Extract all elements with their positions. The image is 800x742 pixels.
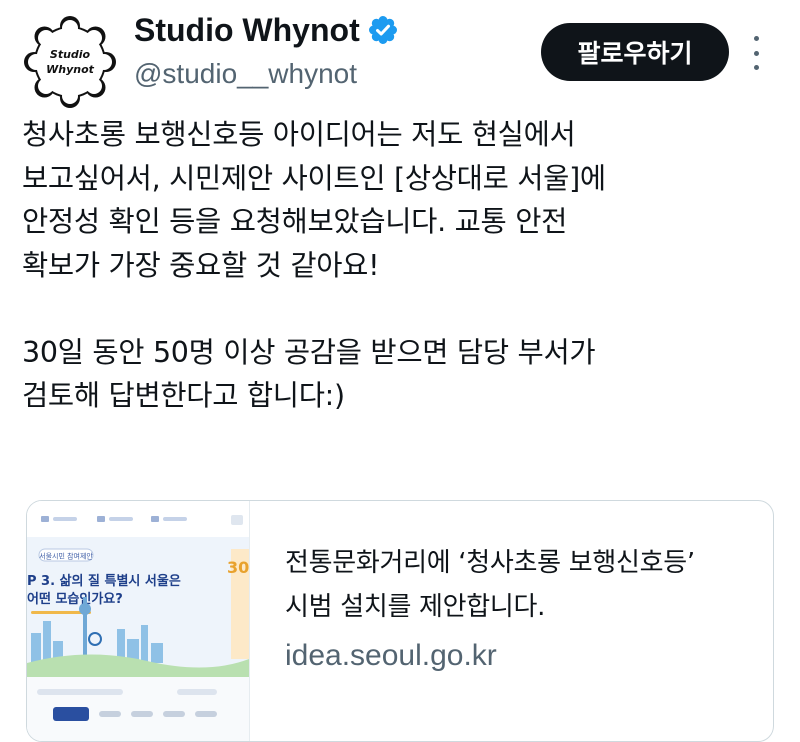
avatar[interactable]: Studio Whynot [22, 14, 118, 110]
display-name[interactable]: Studio Whynot [134, 12, 360, 49]
thumbnail-image: 서울시민 참여제안 P 3. 삶의 질 특별시 서울은 어떤 모습인가요? 30 [27, 501, 249, 741]
link-thumbnail: 서울시민 참여제안 P 3. 삶의 질 특별시 서울은 어떤 모습인가요? 30 [27, 501, 250, 741]
author-name-row: Studio Whynot [134, 8, 398, 52]
tweet-line [22, 287, 782, 331]
author-handle[interactable]: @studio__whynot [134, 58, 357, 90]
avatar-text-line1: Studio [49, 48, 91, 61]
avatar-text-line2: Whynot [46, 63, 94, 76]
link-preview-card[interactable]: 서울시민 참여제안 P 3. 삶의 질 특별시 서울은 어떤 모습인가요? 30 [26, 500, 774, 742]
more-dot [753, 36, 759, 41]
link-card-domain[interactable]: idea.seoul.go.kr [285, 639, 497, 673]
link-card-title[interactable]: 전통문화거리에 ‘청사초롱 보행신호등’ 시범 설치를 제안합니다. [285, 541, 765, 629]
thumbnail-headline-line1: P 3. 삶의 질 특별시 서울은 [27, 573, 181, 589]
tweet-line: 30일 동안 50명 이상 공감을 받으면 담당 부서가 [22, 335, 596, 369]
tweet-line: 확보가 가장 중요할 것 같아요! [22, 248, 380, 282]
tweet-line: 보고싶어서, 시민제안 사이트인 [상상대로 서울]에 [22, 161, 606, 195]
more-options-icon[interactable] [746, 36, 766, 70]
tweet-line: 검토해 답변한다고 합니다:) [22, 379, 345, 412]
tweet-line: 청사초롱 보행신호등 아이디어는 저도 현실에서 [22, 118, 576, 151]
thumbnail-headline-line2: 어떤 모습인가요? [27, 591, 123, 607]
more-dot [753, 50, 759, 56]
thumbnail-badge: 서울시민 참여제안 [39, 552, 93, 561]
verified-badge-icon [368, 16, 397, 44]
thumbnail-big-number: 30 [227, 558, 249, 577]
link-card-title-line1: 전통문화거리에 ‘청사초롱 보행신호등’ [285, 548, 695, 578]
avatar-logo-text: Studio Whynot [46, 47, 94, 77]
link-card-title-line2: 시범 설치를 제안합니다. [285, 592, 546, 622]
more-dot [753, 65, 759, 70]
tweet-text: 청사초롱 보행신호등 아이디어는 저도 현실에서 보고싶어서, 시민제안 사이트… [22, 113, 782, 418]
tweet-line: 안정성 확인 등을 요청해보았습니다. 교통 안전 [22, 205, 568, 238]
follow-button[interactable]: 팔로우하기 [541, 23, 729, 81]
